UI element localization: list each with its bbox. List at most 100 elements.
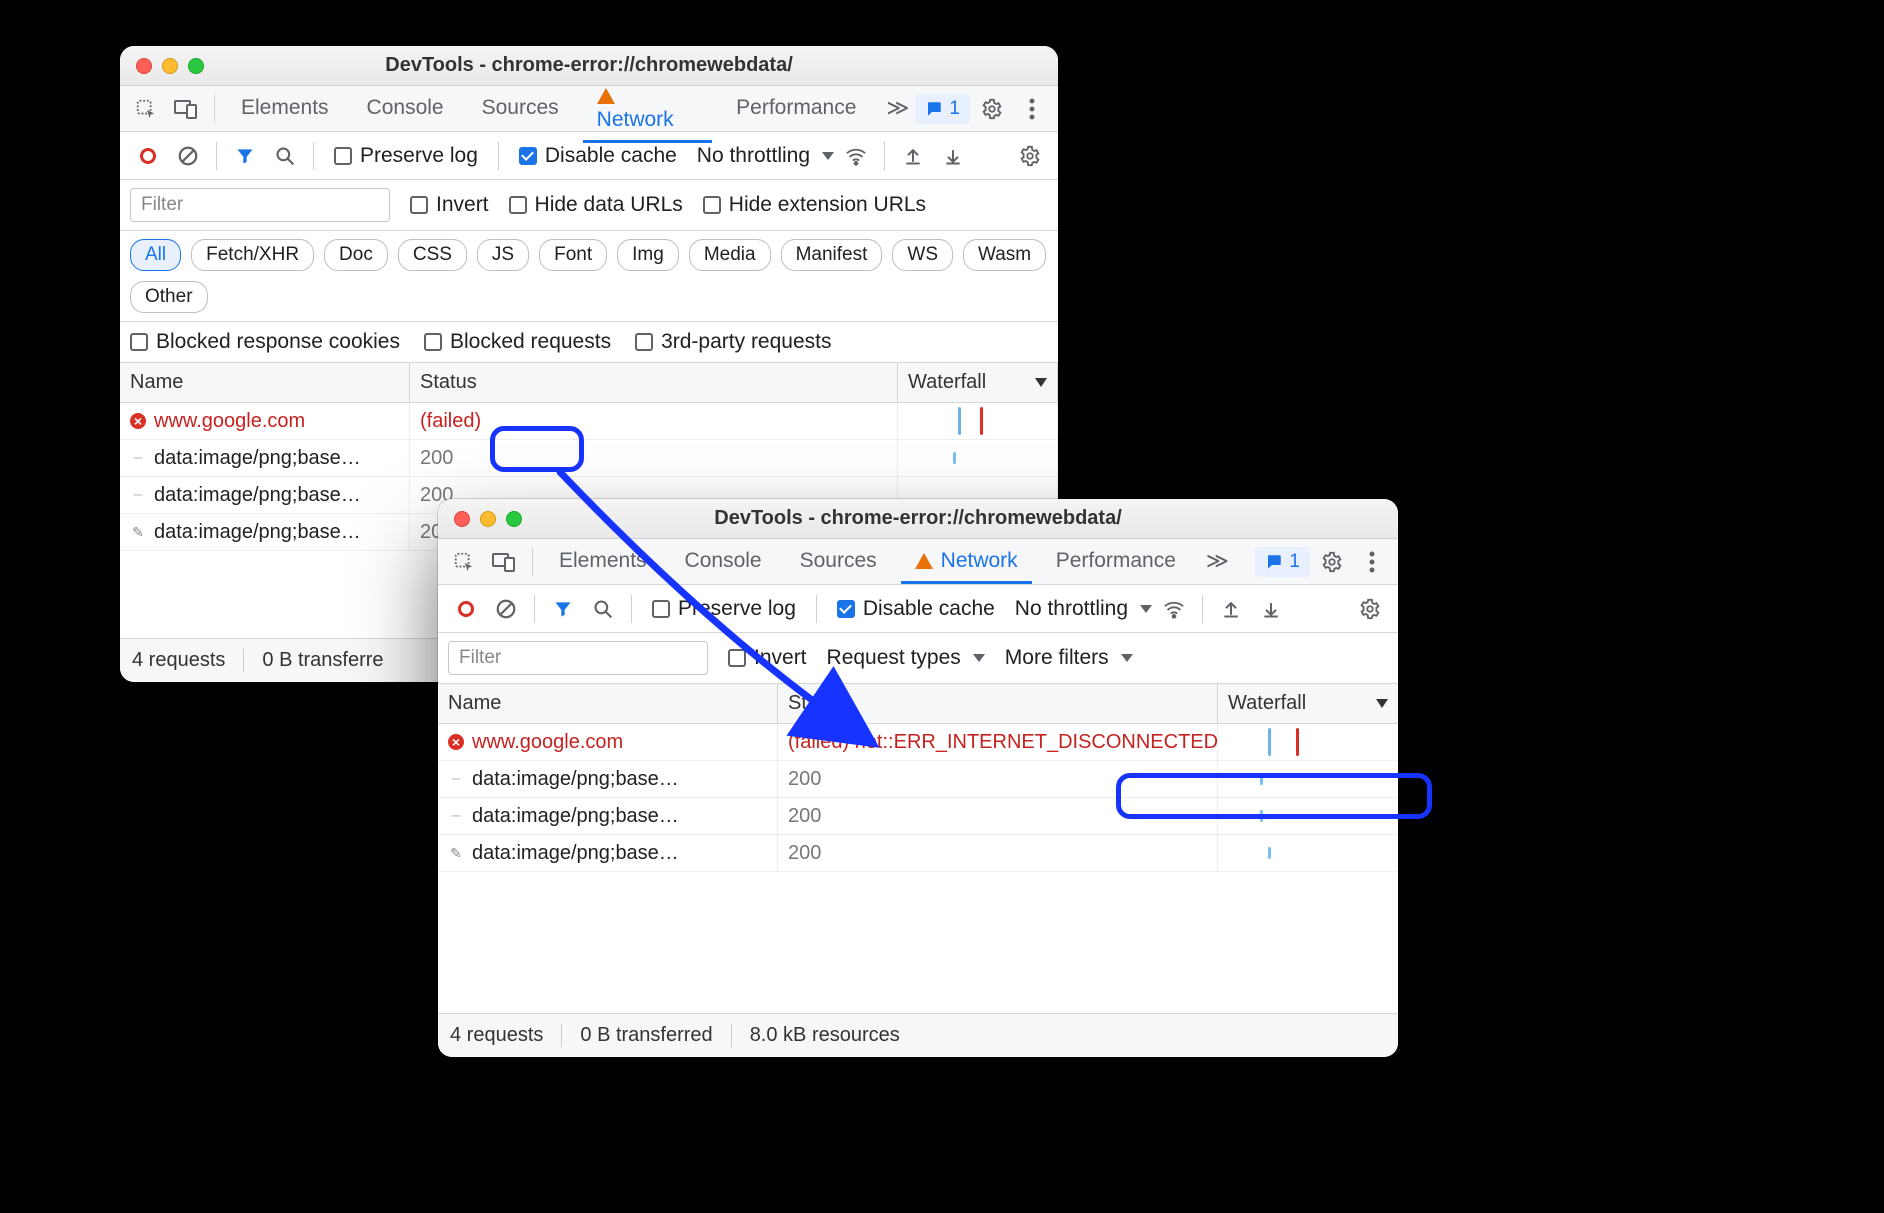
tab-sources[interactable]: Sources: [468, 86, 573, 131]
col-waterfall[interactable]: Waterfall: [1218, 684, 1398, 723]
network-toolbar: Preserve log Disable cache No throttling: [438, 585, 1398, 633]
clear-button[interactable]: [488, 591, 524, 627]
tab-network[interactable]: Network: [901, 539, 1032, 584]
chip-all[interactable]: All: [130, 239, 181, 271]
filter-input[interactable]: Filter: [448, 641, 708, 675]
chip-doc[interactable]: Doc: [324, 239, 388, 271]
disable-cache-checkbox[interactable]: Disable cache: [837, 597, 995, 621]
error-icon: [448, 734, 464, 750]
more-filters-dropdown[interactable]: More filters: [1005, 646, 1133, 670]
network-conditions-icon[interactable]: [1156, 591, 1192, 627]
throttling-dropdown[interactable]: No throttling: [1015, 597, 1152, 621]
preserve-log-label: Preserve log: [678, 597, 796, 621]
minimize-window-button[interactable]: [480, 511, 496, 527]
more-filters-label: More filters: [1005, 646, 1109, 670]
record-button[interactable]: [130, 138, 166, 174]
filter-input[interactable]: Filter: [130, 188, 390, 222]
tabs-overflow-button[interactable]: ≫: [880, 85, 915, 132]
table-row[interactable]: ✎data:image/png;base… 200: [438, 835, 1398, 872]
table-row[interactable]: www.google.com (failed) net::ERR_INTERNE…: [438, 724, 1398, 761]
preserve-log-checkbox[interactable]: Preserve log: [334, 144, 478, 168]
inspect-element-icon[interactable]: [446, 544, 482, 580]
invert-checkbox[interactable]: Invert: [728, 646, 807, 670]
upload-har-icon[interactable]: [1213, 591, 1249, 627]
dash-icon: –: [130, 450, 146, 466]
tab-elements[interactable]: Elements: [545, 539, 661, 584]
download-har-icon[interactable]: [935, 138, 971, 174]
summary-requests: 4 requests: [132, 649, 225, 672]
filter-bar: Filter Invert Hide data URLs Hide extens…: [120, 180, 1058, 231]
col-name[interactable]: Name: [438, 684, 778, 723]
col-status[interactable]: Status: [778, 684, 1218, 723]
search-icon[interactable]: [267, 138, 303, 174]
more-menu-icon[interactable]: [1014, 91, 1050, 127]
panel-settings-icon[interactable]: [1352, 591, 1388, 627]
disable-cache-checkbox[interactable]: Disable cache: [519, 144, 677, 168]
chip-ws[interactable]: WS: [892, 239, 953, 271]
blocked-cookies-checkbox[interactable]: Blocked response cookies: [130, 330, 400, 354]
device-mode-icon[interactable]: [486, 544, 522, 580]
filter-toggle-icon[interactable]: [227, 138, 263, 174]
record-button[interactable]: [448, 591, 484, 627]
chip-css[interactable]: CSS: [398, 239, 467, 271]
divider: [532, 548, 533, 576]
gear-icon[interactable]: [1314, 544, 1350, 580]
column-headers[interactable]: Name Status Waterfall: [120, 363, 1058, 403]
tab-sources[interactable]: Sources: [786, 539, 891, 584]
issues-button[interactable]: 1: [1255, 547, 1310, 577]
chip-fetch-xhr[interactable]: Fetch/XHR: [191, 239, 314, 271]
issues-button[interactable]: 1: [915, 94, 970, 124]
request-types-dropdown[interactable]: Request types: [827, 646, 985, 670]
chip-manifest[interactable]: Manifest: [781, 239, 883, 271]
third-party-checkbox[interactable]: 3rd-party requests: [635, 330, 831, 354]
device-mode-icon[interactable]: [168, 91, 204, 127]
filter-toggle-icon[interactable]: [545, 591, 581, 627]
clear-button[interactable]: [170, 138, 206, 174]
download-har-icon[interactable]: [1253, 591, 1289, 627]
col-status[interactable]: Status: [410, 363, 898, 402]
blocked-requests-checkbox[interactable]: Blocked requests: [424, 330, 611, 354]
close-window-button[interactable]: [136, 58, 152, 74]
zoom-window-button[interactable]: [506, 511, 522, 527]
close-window-button[interactable]: [454, 511, 470, 527]
search-icon[interactable]: [585, 591, 621, 627]
tab-performance[interactable]: Performance: [722, 86, 870, 131]
gear-icon[interactable]: [974, 91, 1010, 127]
invert-checkbox[interactable]: Invert: [410, 193, 489, 217]
table-row[interactable]: –data:image/png;base… 200: [120, 440, 1058, 477]
summary-transferred: 0 B transferred: [561, 1024, 712, 1047]
tab-console[interactable]: Console: [671, 539, 776, 584]
chip-js[interactable]: JS: [477, 239, 529, 271]
resource-type-chips: All Fetch/XHR Doc CSS JS Font Img Media …: [120, 231, 1058, 322]
preserve-log-checkbox[interactable]: Preserve log: [652, 597, 796, 621]
invert-label: Invert: [436, 193, 489, 217]
tab-console[interactable]: Console: [353, 86, 458, 131]
col-name[interactable]: Name: [120, 363, 410, 402]
chip-media[interactable]: Media: [689, 239, 771, 271]
tabs-overflow-button[interactable]: ≫: [1200, 538, 1235, 585]
chip-wasm[interactable]: Wasm: [963, 239, 1046, 271]
more-menu-icon[interactable]: [1354, 544, 1390, 580]
zoom-window-button[interactable]: [188, 58, 204, 74]
col-waterfall[interactable]: Waterfall: [898, 363, 1058, 402]
titlebar[interactable]: DevTools - chrome-error://chromewebdata/: [120, 46, 1058, 86]
minimize-window-button[interactable]: [162, 58, 178, 74]
chip-font[interactable]: Font: [539, 239, 607, 271]
titlebar[interactable]: DevTools - chrome-error://chromewebdata/: [438, 499, 1398, 539]
tab-elements[interactable]: Elements: [227, 86, 343, 131]
panel-settings-icon[interactable]: [1012, 138, 1048, 174]
network-conditions-icon[interactable]: [838, 138, 874, 174]
hide-data-urls-checkbox[interactable]: Hide data URLs: [509, 193, 683, 217]
upload-har-icon[interactable]: [895, 138, 931, 174]
hide-extension-urls-checkbox[interactable]: Hide extension URLs: [703, 193, 926, 217]
summary-resources: 8.0 kB resources: [731, 1024, 900, 1047]
throttling-dropdown[interactable]: No throttling: [697, 144, 834, 168]
table-row[interactable]: www.google.com (failed): [120, 403, 1058, 440]
column-headers[interactable]: Name Status Waterfall: [438, 684, 1398, 724]
table-row[interactable]: –data:image/png;base… 200: [438, 798, 1398, 835]
tab-performance[interactable]: Performance: [1042, 539, 1190, 584]
table-row[interactable]: –data:image/png;base… 200: [438, 761, 1398, 798]
inspect-element-icon[interactable]: [128, 91, 164, 127]
chip-other[interactable]: Other: [130, 281, 208, 313]
chip-img[interactable]: Img: [617, 239, 679, 271]
